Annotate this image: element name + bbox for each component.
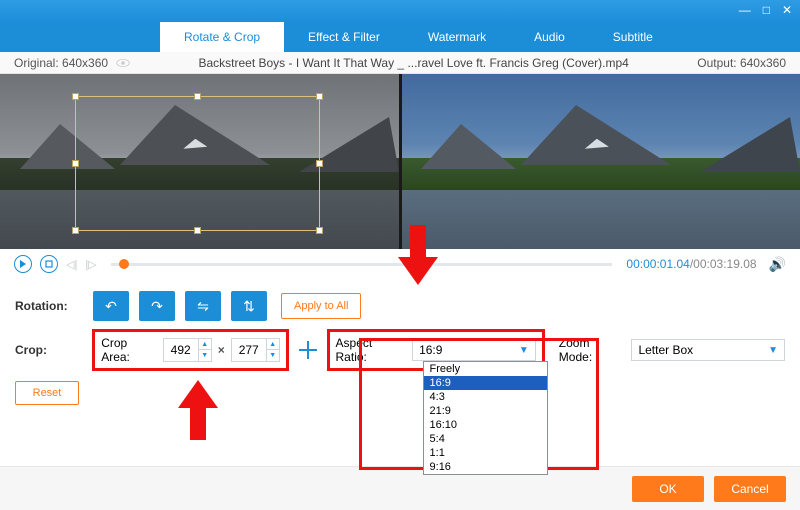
reset-button[interactable]: Reset xyxy=(15,381,79,405)
chevron-down-icon: ▼ xyxy=(768,345,778,356)
timeline-knob[interactable] xyxy=(119,259,129,269)
crop-height-stepper[interactable]: ▲▼ xyxy=(231,338,280,362)
aspect-option-5-4[interactable]: 5:4 xyxy=(424,432,547,446)
center-crop-icon[interactable] xyxy=(299,341,317,359)
crop-area-label: Crop Area: xyxy=(101,336,157,364)
zoom-mode-value: Letter Box xyxy=(638,343,693,357)
zoom-mode-label: Zoom Mode: xyxy=(559,336,626,364)
aspect-option-freely[interactable]: Freely xyxy=(424,362,547,376)
crop-handle[interactable] xyxy=(316,93,323,100)
tab-bar: Rotate & Crop Effect & Filter Watermark … xyxy=(0,22,800,52)
tab-effect-filter[interactable]: Effect & Filter xyxy=(284,22,404,52)
crop-handle[interactable] xyxy=(72,160,79,167)
prev-frame-button[interactable]: ◁| xyxy=(66,258,77,271)
aspect-option-16-9[interactable]: 16:9 xyxy=(424,376,547,390)
stepper-up-icon[interactable]: ▲ xyxy=(199,339,211,350)
tab-rotate-crop[interactable]: Rotate & Crop xyxy=(160,22,284,52)
time-display: 00:00:01.04/00:03:19.08 xyxy=(626,257,756,271)
cancel-button[interactable]: Cancel xyxy=(714,476,786,502)
chevron-down-icon: ▼ xyxy=(519,345,529,356)
close-button[interactable]: ✕ xyxy=(782,3,792,17)
stop-button[interactable] xyxy=(40,255,58,273)
minimize-button[interactable]: — xyxy=(739,3,751,17)
output-preview xyxy=(402,74,800,249)
info-bar: Original: 640x360 Backstreet Boys - I Wa… xyxy=(0,52,800,74)
rotate-ccw-button[interactable]: ↶ xyxy=(93,291,129,321)
footer-bar: OK Cancel xyxy=(0,466,800,510)
next-frame-button[interactable]: |▷ xyxy=(85,258,96,271)
flip-horizontal-button[interactable]: ⇋ xyxy=(185,291,221,321)
flip-vertical-button[interactable]: ⇅ xyxy=(231,291,267,321)
aspect-option-1-1[interactable]: 1:1 xyxy=(424,446,547,460)
annotation-arrow-down-icon xyxy=(398,225,438,285)
stepper-down-icon[interactable]: ▼ xyxy=(199,350,211,361)
aspect-option-4-3[interactable]: 4:3 xyxy=(424,390,547,404)
timeline-track[interactable] xyxy=(111,263,613,266)
crop-handle[interactable] xyxy=(194,93,201,100)
rotation-label: Rotation: xyxy=(15,299,93,313)
aspect-ratio-select[interactable]: 16:9 ▼ xyxy=(412,339,536,361)
preview-area xyxy=(0,74,800,249)
aspect-option-16-10[interactable]: 16:10 xyxy=(424,418,547,432)
rotate-cw-button[interactable]: ↷ xyxy=(139,291,175,321)
dimension-multiply-icon: × xyxy=(218,343,225,357)
aspect-ratio-label: Aspect Ratio: xyxy=(336,336,407,364)
original-preview[interactable] xyxy=(0,74,399,249)
crop-width-stepper[interactable]: ▲▼ xyxy=(163,338,212,362)
crop-height-input[interactable] xyxy=(232,343,266,357)
crop-handle[interactable] xyxy=(72,93,79,100)
crop-width-input[interactable] xyxy=(164,343,198,357)
output-size-label: Output: 640x360 xyxy=(697,56,786,70)
preview-eye-icon[interactable] xyxy=(116,58,130,68)
crop-handle[interactable] xyxy=(194,227,201,234)
crop-handle[interactable] xyxy=(72,227,79,234)
crop-selection-box[interactable] xyxy=(75,96,320,231)
title-bar: — □ ✕ xyxy=(0,0,800,22)
tab-subtitle[interactable]: Subtitle xyxy=(589,22,677,52)
tab-audio[interactable]: Audio xyxy=(510,22,589,52)
filename-label: Backstreet Boys - I Want It That Way _ .… xyxy=(130,56,697,70)
volume-icon[interactable]: 🔊 xyxy=(769,256,786,273)
annotation-arrow-up-icon xyxy=(178,380,218,440)
crop-handle[interactable] xyxy=(316,160,323,167)
ok-button[interactable]: OK xyxy=(632,476,704,502)
aspect-ratio-group: Aspect Ratio: 16:9 ▼ Freely 16:9 4:3 21:… xyxy=(327,329,545,371)
aspect-option-21-9[interactable]: 21:9 xyxy=(424,404,547,418)
play-button[interactable] xyxy=(14,255,32,273)
crop-label: Crop: xyxy=(15,343,92,357)
apply-to-all-button[interactable]: Apply to All xyxy=(281,293,361,319)
maximize-button[interactable]: □ xyxy=(763,3,770,17)
aspect-ratio-dropdown[interactable]: Freely 16:9 4:3 21:9 16:10 5:4 1:1 9:16 xyxy=(423,361,548,475)
aspect-ratio-value: 16:9 xyxy=(419,343,442,357)
crop-area-group: Crop Area: ▲▼ × ▲▼ xyxy=(92,329,289,371)
original-size-label: Original: 640x360 xyxy=(14,56,108,70)
crop-handle[interactable] xyxy=(316,227,323,234)
stepper-up-icon[interactable]: ▲ xyxy=(267,339,279,350)
stepper-down-icon[interactable]: ▼ xyxy=(267,350,279,361)
tab-watermark[interactable]: Watermark xyxy=(404,22,510,52)
zoom-mode-select[interactable]: Letter Box ▼ xyxy=(631,339,785,361)
aspect-option-9-16[interactable]: 9:16 xyxy=(424,460,547,474)
